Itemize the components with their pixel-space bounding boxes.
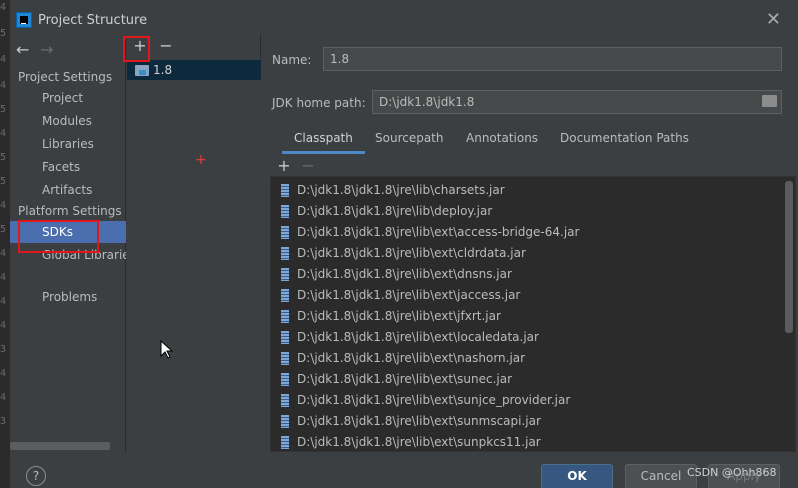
jar-icon: [281, 310, 289, 323]
ok-button[interactable]: OK: [541, 464, 613, 488]
add-button-highlight: [123, 36, 150, 62]
nav-item-modules[interactable]: Modules: [10, 110, 126, 132]
gutter-number: 4: [0, 296, 7, 307]
list-item[interactable]: D:\jdk1.8\jdk1.8\jre\lib\deploy.jar: [271, 201, 781, 222]
jar-icon: [281, 247, 289, 260]
gutter-number: 5: [0, 152, 7, 163]
forward-arrow-icon[interactable]: →: [40, 40, 64, 59]
jar-icon: [281, 184, 289, 197]
vertical-scrollbar[interactable]: [785, 181, 793, 333]
remove-classpath-button[interactable]: −: [297, 156, 319, 176]
nav-item-facets[interactable]: Facets: [10, 156, 126, 178]
gutter-number: 4: [0, 392, 7, 403]
gutter-number: 4: [0, 200, 7, 211]
remove-sdk-button[interactable]: −: [155, 36, 177, 56]
gutter-number: 4: [0, 320, 7, 331]
jdk-folder-icon: [135, 65, 149, 76]
list-item[interactable]: D:\jdk1.8\jdk1.8\jre\lib\ext\localedata.…: [271, 327, 781, 348]
jdk-home-path-value: D:\jdk1.8\jdk1.8: [379, 95, 475, 109]
jdk-home-path-input[interactable]: D:\jdk1.8\jdk1.8: [372, 90, 782, 114]
add-classpath-button[interactable]: +: [273, 156, 295, 176]
list-item[interactable]: D:\jdk1.8\jdk1.8\jre\lib\ext\nashorn.jar: [271, 348, 781, 369]
sdks-highlight: [18, 220, 99, 253]
history-navigation: ← →: [16, 40, 64, 60]
help-icon[interactable]: ?: [26, 466, 46, 486]
list-item[interactable]: D:\jdk1.8\jdk1.8\jre\lib\ext\jfxrt.jar: [271, 306, 781, 327]
jar-icon: [281, 373, 289, 386]
mouse-cursor-icon: [160, 340, 174, 359]
sdk-list: 1.8 +: [127, 58, 261, 452]
jar-icon: [281, 394, 289, 407]
gutter-number: 4: [0, 272, 7, 283]
list-item[interactable]: D:\jdk1.8\jdk1.8\jre\lib\ext\sunjce_prov…: [271, 390, 781, 411]
jar-icon: [281, 268, 289, 281]
horizontal-scrollbar[interactable]: [10, 442, 110, 450]
name-label: Name:: [272, 53, 312, 67]
gutter-number: 5: [0, 176, 7, 187]
project-settings-heading: Project Settings: [18, 70, 113, 84]
editor-gutter: 4 5 4 4 5 4 5 5 4 5 4 4 4 4 3 4 4 3: [0, 0, 9, 488]
gutter-number: 4: [0, 2, 7, 13]
list-item[interactable]: D:\jdk1.8\jdk1.8\jre\lib\ext\sunec.jar: [271, 369, 781, 390]
sdk-name-input[interactable]: 1.8: [323, 47, 782, 71]
gutter-number: 4: [0, 54, 7, 65]
project-structure-dialog: Project Structure ✕ ← → Project Settings …: [9, 0, 798, 488]
nav-item-problems[interactable]: Problems: [10, 286, 126, 308]
gutter-number: 4: [0, 248, 7, 259]
gutter-number: 4: [0, 80, 7, 91]
list-item[interactable]: D:\jdk1.8\jdk1.8\jre\lib\charsets.jar: [271, 180, 781, 201]
classpath-list: D:\jdk1.8\jdk1.8\jre\lib\charsets.jar D:…: [270, 176, 796, 452]
jar-icon: [281, 205, 289, 218]
list-item[interactable]: D:\jdk1.8\jdk1.8\jre\lib\ext\sunpkcs11.j…: [271, 432, 781, 451]
gutter-number: 3: [0, 344, 7, 355]
jdk-home-path-label: JDK home path:: [272, 96, 366, 110]
tab-sourcepath[interactable]: Sourcepath: [363, 128, 456, 154]
list-item[interactable]: D:\jdk1.8\jdk1.8\jre\lib\ext\access-brid…: [271, 222, 781, 243]
dialog-footer: ? OK Cancel Apply: [10, 452, 798, 488]
gutter-number: 5: [0, 104, 7, 115]
sdk-detail-pane: Name: 1.8 JDK home path: D:\jdk1.8\jdk1.…: [262, 40, 798, 452]
list-item[interactable]: D:\jdk1.8\jdk1.8\jre\lib\ext\jaccess.jar: [271, 285, 781, 306]
gutter-number: 4: [0, 128, 7, 139]
tab-classpath[interactable]: Classpath: [282, 128, 365, 154]
back-arrow-icon[interactable]: ←: [16, 40, 40, 59]
nav-item-artifacts[interactable]: Artifacts: [10, 179, 126, 201]
window-title: Project Structure: [38, 13, 148, 28]
jar-icon: [281, 352, 289, 365]
sdk-item-label: 1.8: [153, 63, 173, 77]
gutter-number: 5: [0, 224, 7, 235]
intellij-logo-icon: [16, 12, 32, 28]
annotation-plus-icon: +: [195, 152, 207, 168]
watermark: CSDN @Ohh868: [687, 466, 777, 479]
nav-item-project[interactable]: Project: [10, 87, 126, 109]
gutter-number: 3: [0, 416, 7, 427]
gutter-number: 5: [0, 28, 7, 39]
tab-documentation-paths[interactable]: Documentation Paths: [548, 128, 701, 154]
jar-icon: [281, 289, 289, 302]
sdk-list-pane: + − 1.8 +: [127, 34, 261, 452]
list-item[interactable]: D:\jdk1.8\jdk1.8\jre\lib\ext\dnsns.jar: [271, 264, 781, 285]
jar-icon: [281, 331, 289, 344]
sdk-item-1-8[interactable]: 1.8: [127, 60, 261, 80]
classpath-toolbar: + −: [271, 156, 791, 176]
close-icon[interactable]: ✕: [766, 10, 781, 30]
list-item[interactable]: D:\jdk1.8\jdk1.8\jre\lib\ext\sunmscapi.j…: [271, 411, 781, 432]
browse-folder-icon[interactable]: [762, 95, 777, 107]
platform-settings-heading: Platform Settings: [18, 204, 122, 218]
jar-icon: [281, 415, 289, 428]
jar-icon: [281, 436, 289, 449]
list-item[interactable]: D:\jdk1.8\jdk1.8\jre\lib\ext\cldrdata.ja…: [271, 243, 781, 264]
tab-annotations[interactable]: Annotations: [454, 128, 550, 154]
jar-icon: [281, 226, 289, 239]
nav-item-libraries[interactable]: Libraries: [10, 133, 126, 155]
gutter-number: 4: [0, 368, 7, 379]
